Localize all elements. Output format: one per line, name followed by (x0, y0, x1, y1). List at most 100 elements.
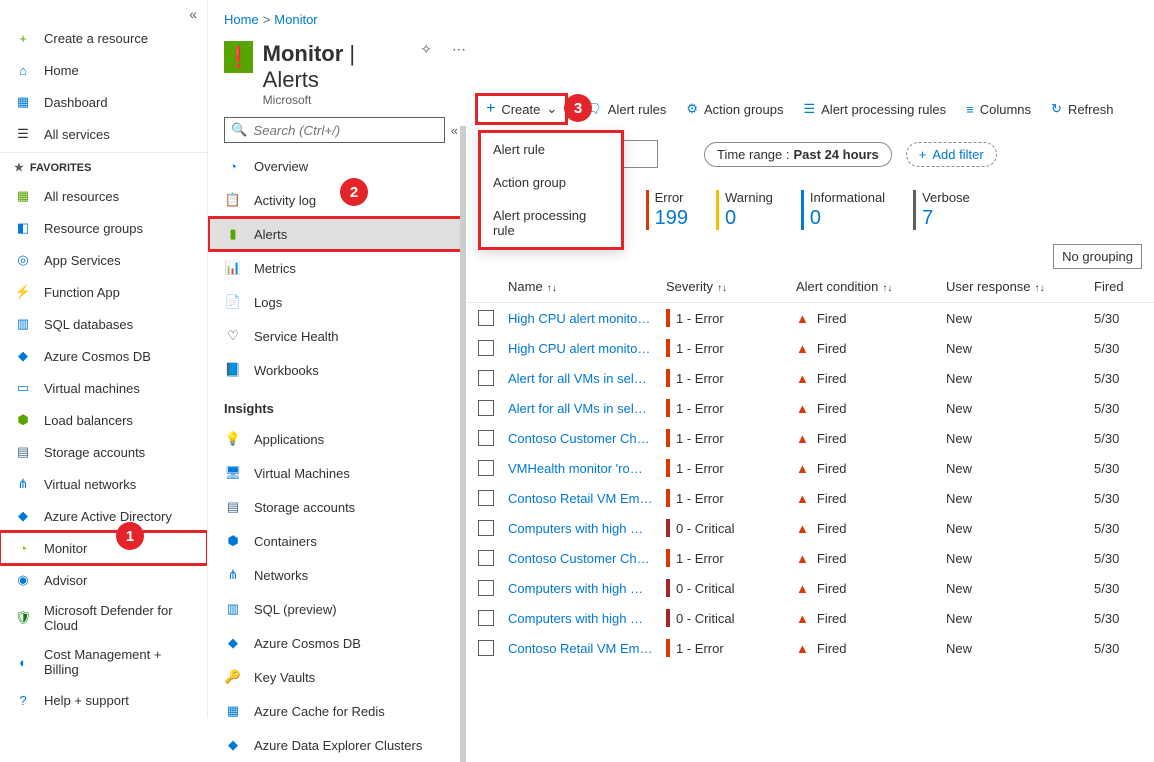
alert-name-link[interactable]: Contoso Retail VM Em… (508, 641, 666, 656)
row-checkbox[interactable] (478, 460, 494, 476)
alert-name-link[interactable]: VMHealth monitor 'ro… (508, 461, 666, 476)
action-groups-button[interactable]: ⚙Action groups (686, 101, 783, 117)
blade-nav-virtual-machines[interactable]: 🖥Virtual Machines (208, 456, 466, 490)
nav-icon: ◆ (14, 507, 32, 525)
sidebar-item-resource-groups[interactable]: ◧Resource groups (0, 212, 207, 244)
sidebar-item-advisor[interactable]: ◉Advisor (0, 564, 207, 596)
col-name[interactable]: Name↑↓ (508, 279, 666, 294)
alert-name-link[interactable]: Computers with high … (508, 521, 666, 536)
sidebar-item-home[interactable]: ⌂Home (0, 54, 207, 86)
alert-name-link[interactable]: Computers with high … (508, 581, 666, 596)
stat-warning[interactable]: Warning0 (716, 190, 773, 230)
row-checkbox[interactable] (478, 490, 494, 506)
sidebar-item-load-balancers[interactable]: ⬢Load balancers (0, 404, 207, 436)
row-checkbox[interactable] (478, 400, 494, 416)
stat-verbose[interactable]: Verbose7 (913, 190, 970, 230)
blade-nav-workbooks[interactable]: 📘Workbooks (208, 353, 466, 387)
sidebar-item-azure-active-directory[interactable]: ◆Azure Active Directory (0, 500, 207, 532)
search-input[interactable]: 🔍 (224, 117, 445, 143)
create-alert-rule-item[interactable]: Alert rule (481, 133, 621, 166)
sidebar-item-all-resources[interactable]: ▦All resources (0, 180, 207, 212)
nav-icon: ◔ (14, 539, 32, 557)
alert-processing-rules-button[interactable]: ☰Alert processing rules (803, 101, 946, 117)
refresh-button[interactable]: ↻Refresh (1051, 101, 1113, 117)
alert-name-link[interactable]: Contoso Customer Ch… (508, 431, 666, 446)
blade-nav-storage-accounts[interactable]: ▤Storage accounts (208, 490, 466, 524)
fired-time: 5/30 (1094, 641, 1142, 656)
blade-nav-metrics[interactable]: 📊Metrics (208, 251, 466, 285)
alert-rules-button[interactable]: 🗨Alert rules (585, 101, 666, 117)
create-button[interactable]: + Create ⌄ (478, 96, 565, 122)
blade-nav-activity-log[interactable]: 📋Activity log (208, 183, 466, 217)
sidebar-item-create-a-resource[interactable]: +Create a resource (0, 22, 207, 54)
row-checkbox[interactable] (478, 340, 494, 356)
alert-severity: 1 - Error (666, 459, 796, 477)
alert-name-link[interactable]: Alert for all VMs in sel… (508, 371, 666, 386)
columns-icon: ≡ (966, 102, 974, 117)
col-condition[interactable]: Alert condition↑↓ (796, 279, 946, 294)
collapse-sidebar-icon[interactable]: « (0, 6, 207, 22)
blade-nav-logs[interactable]: 📄Logs (208, 285, 466, 319)
severity-bar-icon (666, 519, 670, 537)
blade-nav-applications[interactable]: 💡Applications (208, 422, 466, 456)
sidebar-item-cost-management-billing[interactable]: ◐Cost Management + Billing (0, 640, 207, 684)
blade-nav-key-vaults[interactable]: 🔑Key Vaults (208, 660, 466, 694)
blade-nav-overview[interactable]: ◔Overview (208, 149, 466, 183)
col-fired[interactable]: Fired (1094, 279, 1142, 294)
row-checkbox[interactable] (478, 610, 494, 626)
create-action-group-item[interactable]: Action group (481, 166, 621, 199)
alert-name-link[interactable]: Contoso Customer Ch… (508, 551, 666, 566)
sidebar-item-app-services[interactable]: ◎App Services (0, 244, 207, 276)
blade-nav-service-health[interactable]: ♡Service Health (208, 319, 466, 353)
sidebar-item-monitor[interactable]: ◔Monitor (0, 532, 207, 564)
blade-nav-alerts[interactable]: ▮Alerts (208, 217, 466, 251)
blade-nav-containers[interactable]: ⬢Containers (208, 524, 466, 558)
alert-name-link[interactable]: High CPU alert monito… (508, 311, 666, 326)
blade-nav-azure-cosmos-db[interactable]: ◆Azure Cosmos DB (208, 626, 466, 660)
row-checkbox[interactable] (478, 370, 494, 386)
sidebar-item-all-services[interactable]: ☰All services (0, 118, 207, 150)
grouping-select[interactable]: No grouping (1053, 244, 1142, 269)
stat-informational[interactable]: Informational0 (801, 190, 885, 230)
collapse-blade-nav-icon[interactable]: « (451, 123, 458, 138)
alert-name-link[interactable]: Alert for all VMs in sel… (508, 401, 666, 416)
col-severity[interactable]: Severity↑↓ (666, 279, 796, 294)
sidebar-item-function-app[interactable]: ⚡Function App (0, 276, 207, 308)
alert-name-link[interactable]: Computers with high … (508, 611, 666, 626)
create-alert-processing-rule-item[interactable]: Alert processing rule (481, 199, 621, 247)
row-checkbox[interactable] (478, 430, 494, 446)
alert-name-link[interactable]: High CPU alert monito… (508, 341, 666, 356)
alert-name-link[interactable]: Contoso Retail VM Em… (508, 491, 666, 506)
blade-nav-azure-cache-for-redis[interactable]: ▦Azure Cache for Redis (208, 694, 466, 728)
add-filter-button[interactable]: +Add filter (906, 142, 997, 167)
row-checkbox[interactable] (478, 580, 494, 596)
pin-icon[interactable]: ✧ (420, 41, 432, 58)
row-checkbox[interactable] (478, 550, 494, 566)
action-groups-icon: ⚙ (686, 101, 698, 117)
row-checkbox[interactable] (478, 640, 494, 656)
sidebar-item-sql-databases[interactable]: ▥SQL databases (0, 308, 207, 340)
blade-nav-networks[interactable]: ⋔Networks (208, 558, 466, 592)
sidebar-item-azure-cosmos-db[interactable]: ◆Azure Cosmos DB (0, 340, 207, 372)
stat-error[interactable]: Error199 (646, 190, 688, 230)
time-range-pill[interactable]: Time range : Past 24 hours (704, 142, 892, 167)
columns-button[interactable]: ≡Columns (966, 102, 1031, 117)
sidebar-item-microsoft-defender-for-cloud[interactable]: 🛡Microsoft Defender for Cloud (0, 596, 207, 640)
breadcrumb-home[interactable]: Home (224, 12, 259, 27)
row-checkbox[interactable] (478, 310, 494, 326)
breadcrumb-monitor[interactable]: Monitor (274, 12, 317, 27)
col-response[interactable]: User response↑↓ (946, 279, 1094, 294)
row-checkbox[interactable] (478, 520, 494, 536)
sidebar-item-dashboard[interactable]: ▦Dashboard (0, 86, 207, 118)
blade-nav-sql-preview-[interactable]: ▥SQL (preview) (208, 592, 466, 626)
alert-condition: ▲Fired (796, 461, 946, 476)
nav-icon: 📋 (224, 191, 242, 209)
sidebar-item-virtual-networks[interactable]: ⋔Virtual networks (0, 468, 207, 500)
more-icon[interactable]: ⋯ (452, 41, 466, 58)
user-response: New (946, 431, 1094, 446)
sidebar-item-virtual-machines[interactable]: ▭Virtual machines (0, 372, 207, 404)
monitor-alerts-icon: ❗ (224, 41, 253, 73)
blade-nav-azure-data-explorer-clusters[interactable]: ◆Azure Data Explorer Clusters (208, 728, 466, 762)
sidebar-item-help-support[interactable]: ?Help + support (0, 684, 207, 716)
sidebar-item-storage-accounts[interactable]: ▤Storage accounts (0, 436, 207, 468)
